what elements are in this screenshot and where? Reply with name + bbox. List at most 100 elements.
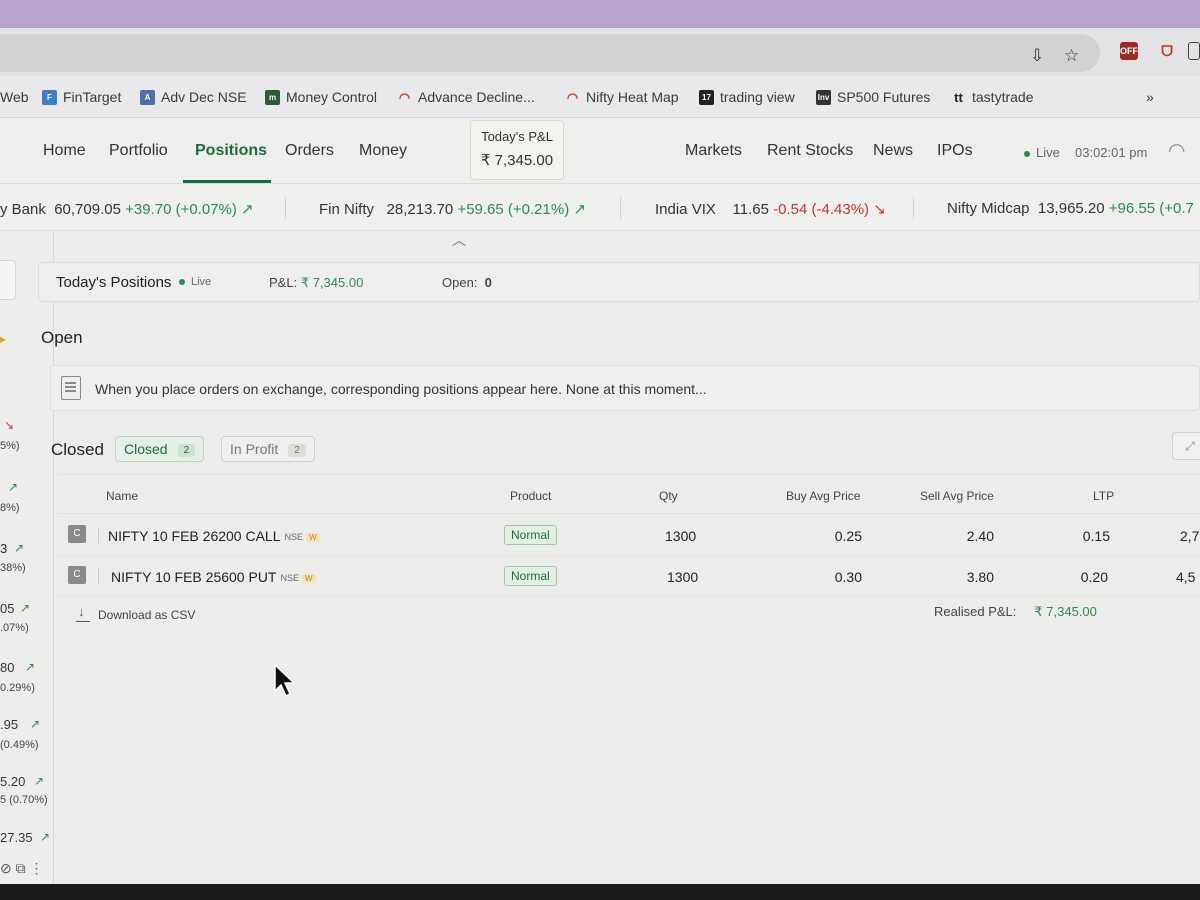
ticker-divider xyxy=(913,197,914,219)
ticker-item[interactable]: y Bank 60,709.05 +39.70 (+0.07%) ↗ xyxy=(0,200,254,218)
watchlist-search-box[interactable] xyxy=(0,260,16,300)
filter-chip-in-profit[interactable]: In Profit 2 xyxy=(221,436,315,462)
investing-icon: Inv xyxy=(816,89,831,105)
live-dot-icon xyxy=(179,279,185,286)
todays-positions-header: Today's Positions Live P&L: ₹ 7,345.00 O… xyxy=(38,262,1200,302)
expand-icon[interactable]: ⤢ xyxy=(1172,432,1200,460)
column-header-ltp[interactable]: LTP xyxy=(1093,489,1114,503)
bookmarks-bar: Web F FinTarget A Adv Dec NSE m Money Contr… xyxy=(0,76,1200,118)
watchlist-footer-icons[interactable]: ⊘ ⧉ ⋮ xyxy=(0,860,44,877)
market-clock: 03:02:01 pm xyxy=(1075,145,1148,160)
extension-off-icon[interactable]: OFF xyxy=(1120,42,1138,60)
column-header-qty[interactable]: Qty xyxy=(659,489,678,503)
open-positions-empty-state: When you place orders on exchange, corre… xyxy=(50,365,1200,411)
up-arrow-icon: ↗ xyxy=(20,601,31,615)
watchlist-price: 80 xyxy=(0,660,15,675)
watchlist-price: .95 xyxy=(0,717,19,732)
bookmark-fintarget[interactable]: F FinTarget xyxy=(42,89,121,105)
gauge-icon: ◠ xyxy=(566,89,579,105)
extension-frame-icon[interactable] xyxy=(1188,42,1200,60)
watchlist-marker-icon: ▸ xyxy=(0,332,7,346)
install-app-icon[interactable]: ⇩ xyxy=(1030,46,1044,66)
watchlist-price: 5.20 xyxy=(0,774,26,789)
address-bar[interactable]: ⇩ ☆ xyxy=(0,34,1100,72)
index-ticker: y Bank 60,709.05 +39.70 (+0.07%) ↗ Fin N… xyxy=(0,185,1200,231)
app-navigation: Home Portfolio Positions Orders Money To… xyxy=(0,118,1200,184)
screen-bezel xyxy=(0,884,1200,900)
document-clock-icon xyxy=(61,376,81,400)
ticker-item[interactable]: Fin Nifty 28,213.70 +59.65 (+0.21%) ↗ xyxy=(319,200,586,218)
fintarget-icon: F xyxy=(42,89,57,105)
up-arrow-icon: ↗ xyxy=(241,201,254,218)
nav-positions[interactable]: Positions xyxy=(195,142,267,160)
nav-home[interactable]: Home xyxy=(43,142,86,160)
instrument-name: NIFTY 10 FEB 26200 CALL NSE W xyxy=(108,528,320,544)
nav-money[interactable]: Money xyxy=(359,142,407,160)
nav-markets[interactable]: Markets xyxy=(685,142,742,160)
bookmark-star-icon[interactable]: ☆ xyxy=(1064,46,1079,66)
nav-ipos[interactable]: IPOs xyxy=(937,142,973,160)
closed-badge: C xyxy=(68,525,86,543)
watchlist-change: 8%) xyxy=(0,502,20,514)
nav-rent-stocks[interactable]: Rent Stocks xyxy=(767,142,853,160)
column-header-product[interactable]: Product xyxy=(510,489,551,503)
ticker-item[interactable]: Nifty Midcap 13,965.20 +96.55 (+0.7 xyxy=(947,200,1194,217)
closed-badge: C xyxy=(68,566,86,584)
table-row[interactable]: C NIFTY 10 FEB 25600 PUT NSE W Normal 1300… xyxy=(58,557,1200,597)
qty-cell: 1300 xyxy=(667,569,699,585)
todays-positions-title: Today's Positions xyxy=(56,274,172,291)
bookmark-tastytrade[interactable]: tt tastytrade xyxy=(951,89,1033,105)
bookmark-sp500-futures[interactable]: Inv SP500 Futures xyxy=(816,89,930,105)
bookmark-web[interactable]: Web xyxy=(0,89,29,105)
sell-avg-cell: 2.40 xyxy=(966,528,994,544)
bookmarks-overflow-button[interactable]: » xyxy=(1146,89,1154,105)
tradingview-icon: 17 xyxy=(699,89,714,105)
watchlist-price: 3 xyxy=(0,541,8,556)
nav-orders[interactable]: Orders xyxy=(285,142,334,160)
wifi-icon: ◠ xyxy=(1168,140,1186,162)
column-header-name[interactable]: Name xyxy=(106,489,138,503)
extension-shield-icon[interactable]: ᗜ xyxy=(1158,42,1176,60)
ltp-cell: 0.20 xyxy=(1080,569,1108,585)
todays-pnl-label: Today's P&L xyxy=(481,129,553,144)
bookmark-advance-decline[interactable]: ◠ Advance Decline... xyxy=(397,89,535,105)
open-section-title: Open xyxy=(41,328,83,347)
ticker-divider xyxy=(285,197,286,219)
moneycontrol-icon: m xyxy=(265,89,280,105)
todays-pnl-value: ₹ 7,345.00 xyxy=(480,152,554,169)
nav-portfolio[interactable]: Portfolio xyxy=(109,142,168,160)
bookmark-trading-view[interactable]: 17 trading view xyxy=(699,89,795,105)
watchlist-change: .07%) xyxy=(0,622,29,634)
bookmark-adv-dec-nse[interactable]: A Adv Dec NSE xyxy=(140,89,247,105)
bookmark-money-control[interactable]: m Money Control xyxy=(265,89,377,105)
ticker-item[interactable]: India VIX 11.65 -0.54 (-4.43%) ↘ xyxy=(655,200,886,218)
tastytrade-icon: tt xyxy=(954,89,963,105)
buy-avg-cell: 0.30 xyxy=(834,569,862,585)
live-status: Live xyxy=(1024,145,1060,160)
closed-section-title: Closed xyxy=(51,440,104,459)
ltp-cell: 0.15 xyxy=(1082,528,1110,544)
column-header-sell-avg[interactable]: Sell Avg Price xyxy=(920,489,994,503)
watchlist-change: 5%) xyxy=(0,440,20,452)
column-header-buy-avg[interactable]: Buy Avg Price xyxy=(786,489,860,503)
watchlist-change: 5 (0.70%) xyxy=(0,794,48,806)
filter-chip-closed[interactable]: Closed 2 xyxy=(115,436,205,462)
product-tag: Normal xyxy=(504,525,557,545)
todays-pnl-widget[interactable]: Today's P&L ₹ 7,345.00 xyxy=(470,120,564,180)
name-divider xyxy=(98,568,99,584)
collapse-ticker-chevron-icon[interactable]: ︿ xyxy=(452,230,466,250)
live-dot-icon xyxy=(1024,150,1030,157)
bookmark-nifty-heat-map[interactable]: ◠ Nifty Heat Map xyxy=(565,89,679,105)
up-arrow-icon: ↗ xyxy=(8,480,19,494)
pnl-cell: 2,7 xyxy=(1180,528,1200,544)
download-csv-button[interactable]: Download as CSV xyxy=(76,604,195,622)
down-arrow-icon: ↘ xyxy=(4,418,15,432)
table-row[interactable]: C NIFTY 10 FEB 26200 CALL NSE W Normal 130… xyxy=(58,516,1200,556)
up-arrow-icon: ↗ xyxy=(14,541,25,555)
table-header: Name Product Qty Buy Avg Price Sell Avg … xyxy=(58,474,1200,514)
up-arrow-icon: ↗ xyxy=(25,660,36,674)
product-tag: Normal xyxy=(504,566,557,586)
up-arrow-icon: ↗ xyxy=(30,717,41,731)
nav-news[interactable]: News xyxy=(873,142,913,160)
watchlist-change: 0.29%) xyxy=(0,682,35,694)
